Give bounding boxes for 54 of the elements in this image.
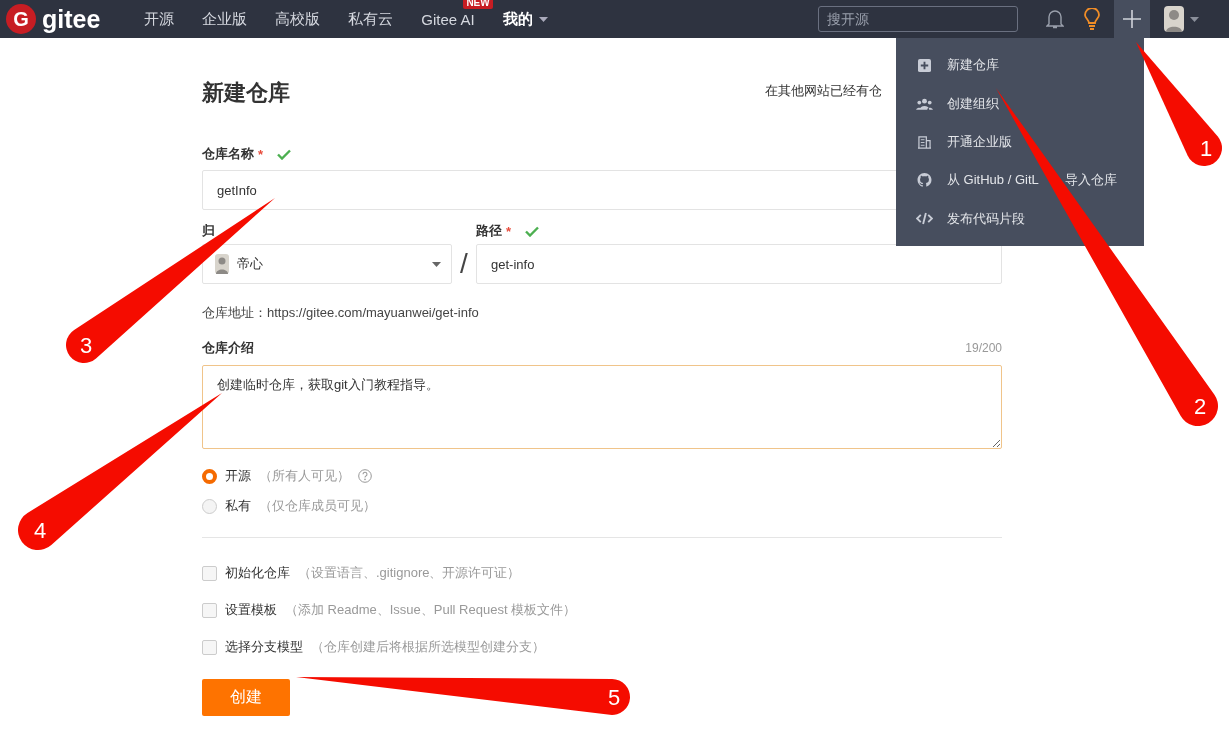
checkbox-hint: （设置语言、.gitignore、开源许可证） <box>298 564 521 582</box>
users-icon <box>916 97 933 110</box>
radio-hint: （仅仓库成员可见） <box>259 497 376 515</box>
checkbox-hint: （仓库创建后将根据所选模型创建分支） <box>311 638 545 656</box>
nav-link[interactable]: 开源 <box>130 0 189 38</box>
path-separator: / <box>459 247 469 281</box>
repo-address: 仓库地址：https://gitee.com/mayuanwei/get-info <box>202 304 480 322</box>
field-label: 归 <box>202 222 215 240</box>
import-hint: 在其他网站已经有仓 <box>765 82 883 100</box>
caret-icon[interactable] <box>1190 16 1199 22</box>
avatar <box>215 254 229 274</box>
bell-icon[interactable] <box>1046 9 1064 29</box>
radio-button[interactable] <box>202 498 217 514</box>
nav-link[interactable]: 私有云 <box>334 0 408 38</box>
plus-square-icon <box>916 58 933 72</box>
owner-select[interactable]: 帝心 <box>202 244 452 284</box>
lightbulb-icon[interactable] <box>1084 8 1100 30</box>
page-title: 新建仓库 <box>202 79 290 107</box>
path-field[interactable]: get-info <box>476 244 1002 284</box>
plus-icon <box>1123 10 1141 28</box>
checkbox-label[interactable]: 选择分支模型 <box>225 638 303 656</box>
checkbox[interactable] <box>202 602 217 618</box>
logo-mark[interactable]: G <box>6 4 36 34</box>
caret-icon <box>538 16 548 22</box>
field-label: 仓库名称 <box>202 145 254 163</box>
checkbox-label[interactable]: 初始化仓库 <box>225 564 290 582</box>
new-badge: NEW <box>463 0 493 9</box>
help-icon[interactable] <box>358 469 372 483</box>
required-mark: * <box>506 223 512 239</box>
avatar[interactable] <box>1164 6 1184 32</box>
description-field[interactable]: 创建临时仓库，获取git入门教程指导。 <box>202 365 1002 449</box>
building-icon <box>916 135 933 149</box>
checkbox[interactable] <box>202 565 217 581</box>
caret-icon <box>432 261 441 267</box>
nav-link[interactable]: 企业版 <box>188 0 262 38</box>
required-mark: * <box>258 146 264 162</box>
checkbox-hint: （添加 Readme、Issue、Pull Request 模板文件） <box>285 601 577 619</box>
code-icon <box>916 212 933 226</box>
radio-button[interactable] <box>202 468 217 484</box>
logo-text[interactable]: gitee <box>42 4 101 34</box>
field-label: 路径 <box>476 222 502 240</box>
radio-label[interactable]: 私有 <box>225 497 251 515</box>
github-icon <box>916 173 933 188</box>
checkbox-label[interactable]: 设置模板 <box>225 601 277 619</box>
callout-arrow: 4 <box>18 393 222 550</box>
nav-link[interactable]: 高校版 <box>261 0 335 38</box>
checkbox[interactable] <box>202 639 217 655</box>
plus-button[interactable] <box>1114 0 1150 38</box>
callout-arrow: 1 <box>1136 42 1222 166</box>
search-field[interactable]: 搜开源 <box>818 6 1018 32</box>
char-counter: 19/200 <box>965 341 1002 355</box>
field-label: 仓库介绍 <box>202 339 254 357</box>
radio-hint: （所有人可见） <box>259 467 350 485</box>
radio-label[interactable]: 开源 <box>225 467 251 485</box>
